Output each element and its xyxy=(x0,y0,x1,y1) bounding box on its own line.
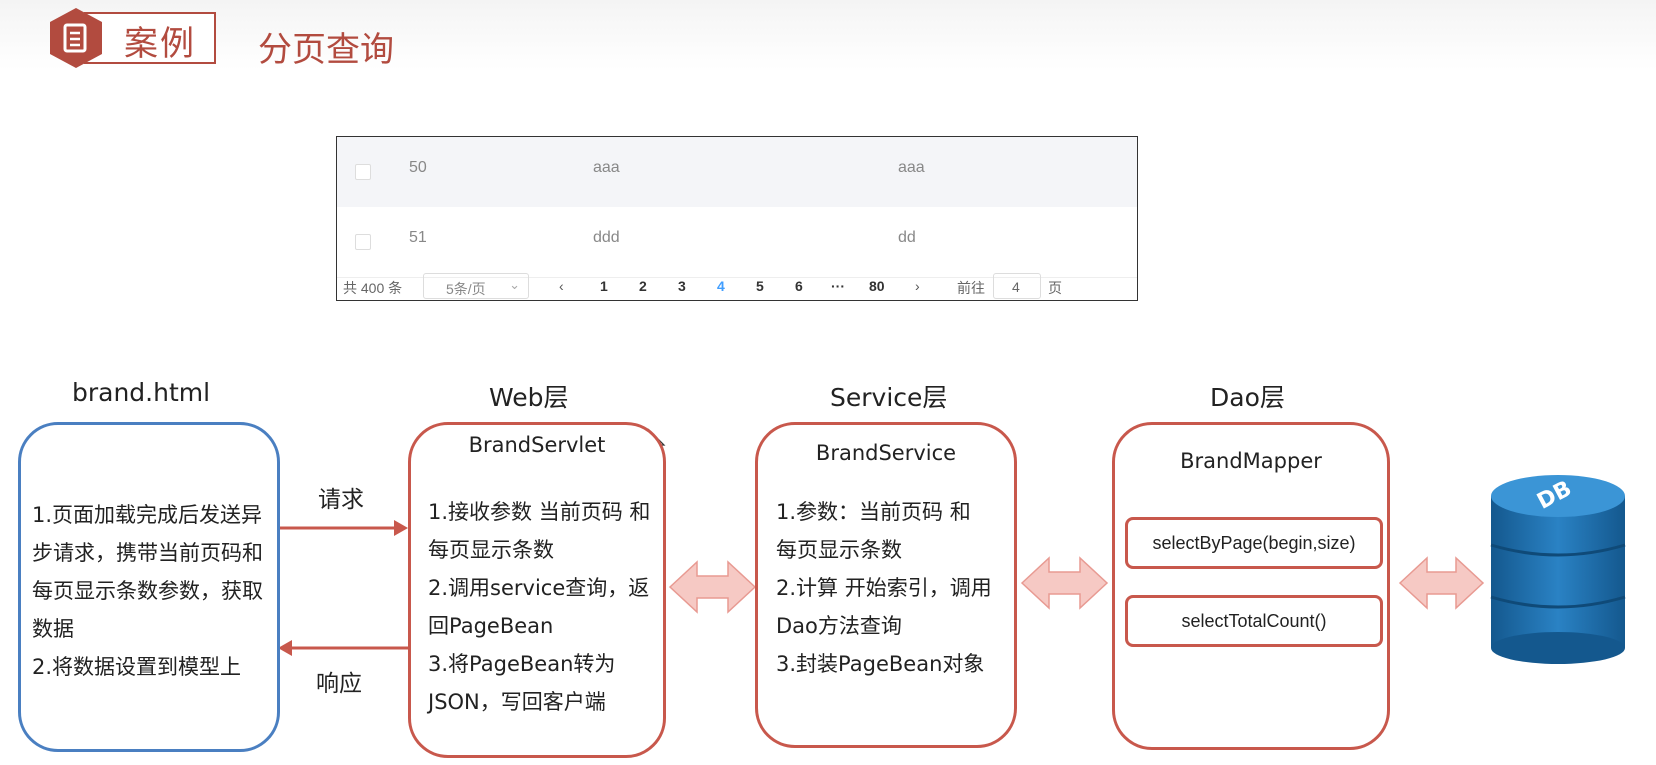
double-arrow-web-service xyxy=(668,560,757,614)
step-line: 数据 xyxy=(32,617,74,641)
response-arrow xyxy=(278,640,408,656)
select-total-count-method: selectTotalCount() xyxy=(1125,595,1383,647)
double-arrow-dao-db xyxy=(1398,556,1485,610)
step-line: 每页显示条数参数，获取 xyxy=(32,579,263,603)
step-line: 回PageBean xyxy=(428,614,554,638)
step-line: 2.计算 开始索引，调用 xyxy=(776,576,992,600)
step-line: 步请求，携带当前页码和 xyxy=(32,541,263,565)
request-arrow xyxy=(280,520,408,536)
web-steps: 1.接收参数 当前页码 和 每页显示条数 2.调用service查询，返 回Pa… xyxy=(428,493,650,721)
step-line: 2.将数据设置到模型上 xyxy=(32,655,242,679)
step-line: 1.接收参数 当前页码 和 xyxy=(428,500,651,524)
step-line: 每页显示条数 xyxy=(428,538,554,562)
service-steps: 1.参数：当前页码 和 每页显示条数 2.计算 开始索引，调用 Dao方法查询 … xyxy=(776,493,992,683)
request-label: 请求 xyxy=(318,487,364,513)
step-line: Dao方法查询 xyxy=(776,614,902,638)
step-line: 2.调用service查询，返 xyxy=(428,576,650,600)
step-line: 1.页面加载完成后发送异 xyxy=(32,503,263,527)
dao-box: BrandMapper selectByPage(begin,size) sel… xyxy=(1112,422,1390,750)
step-line: JSON，写回客户端 xyxy=(428,690,606,714)
step-line: 每页显示条数 xyxy=(776,538,902,562)
step-line: 3.封装PageBean对象 xyxy=(776,652,985,676)
servlet-title: BrandServlet xyxy=(468,433,606,457)
mapper-title: BrandMapper xyxy=(1180,449,1322,473)
frontend-steps: 1.页面加载完成后发送异 步请求，携带当前页码和 每页显示条数参数，获取 数据 … xyxy=(32,496,263,686)
step-line: 1.参数：当前页码 和 xyxy=(776,500,971,524)
step-line: 3.将PageBean转为 xyxy=(428,652,616,676)
service-title: BrandService xyxy=(815,441,957,465)
response-label: 响应 xyxy=(316,671,362,697)
double-arrow-service-dao xyxy=(1020,556,1109,610)
select-by-page-method: selectByPage(begin,size) xyxy=(1125,517,1383,569)
